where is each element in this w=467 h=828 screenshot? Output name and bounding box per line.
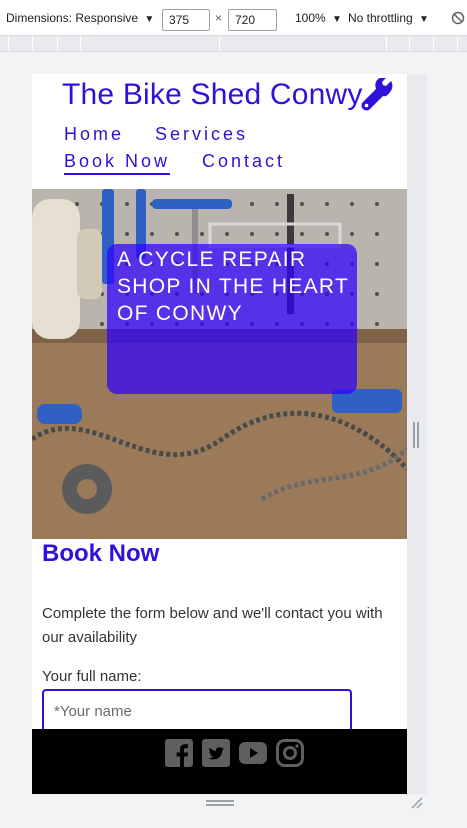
ruler-tick — [8, 36, 9, 51]
resize-handle-corner[interactable] — [410, 796, 424, 810]
page-title: Book Now — [42, 540, 160, 567]
site-title[interactable]: The Bike Shed Conwy — [62, 78, 363, 112]
throttling-dropdown[interactable]: No throttling ▼ — [348, 11, 429, 25]
times-sign: × — [215, 11, 223, 25]
dimensions-dropdown[interactable]: Dimensions: Responsive ▼ — [6, 11, 154, 25]
rotate-icon[interactable] — [451, 11, 465, 25]
name-field-label: Your full name: — [42, 668, 142, 685]
nav-services[interactable]: Services — [155, 124, 248, 145]
booking-intro: Complete the form below and we'll contac… — [42, 605, 383, 646]
name-input[interactable] — [42, 689, 352, 733]
instagram-icon[interactable] — [276, 739, 304, 767]
nav-book-now[interactable]: Book Now — [64, 151, 171, 175]
nav-contact[interactable]: Contact — [202, 151, 285, 172]
wrench-icon — [361, 78, 393, 111]
facebook-icon[interactable] — [165, 739, 193, 767]
viewport-width-input[interactable] — [162, 9, 210, 31]
zoom-dropdown[interactable]: 100% ▼ — [295, 11, 342, 25]
twitter-icon[interactable] — [202, 739, 230, 767]
ruler-tick — [57, 36, 58, 51]
chevron-down-icon: ▼ — [419, 14, 429, 25]
throttling-label: No throttling — [348, 11, 413, 25]
ruler-tick — [457, 36, 458, 51]
media-query-ruler[interactable] — [0, 36, 467, 52]
devtools-toolbar: Dimensions: Responsive ▼ × 100% ▼ No thr… — [0, 0, 467, 36]
chevron-down-icon: ▼ — [144, 14, 155, 25]
nav-home[interactable]: Home — [64, 124, 124, 145]
hero-tagline: A CYCLE REPAIR SHOP IN THE HEART OF CONW… — [117, 248, 349, 325]
resize-handle-right[interactable] — [413, 422, 419, 448]
viewport-height-input[interactable] — [228, 9, 277, 31]
site-footer — [32, 729, 407, 794]
chevron-down-icon: ▼ — [332, 14, 342, 25]
dimensions-label: Dimensions: Responsive — [6, 11, 139, 25]
ruler-tick — [80, 36, 81, 51]
resize-handle-bottom[interactable] — [206, 800, 234, 806]
ruler-tick — [219, 36, 220, 51]
device-viewport: The Bike Shed Conwy Home Services Book N… — [32, 74, 407, 794]
zoom-label: 100% — [295, 11, 326, 25]
ruler-tick — [32, 36, 33, 51]
ruler-tick — [386, 36, 387, 51]
ruler-tick — [409, 36, 410, 51]
ruler-tick — [433, 36, 434, 51]
youtube-icon[interactable] — [239, 739, 267, 767]
